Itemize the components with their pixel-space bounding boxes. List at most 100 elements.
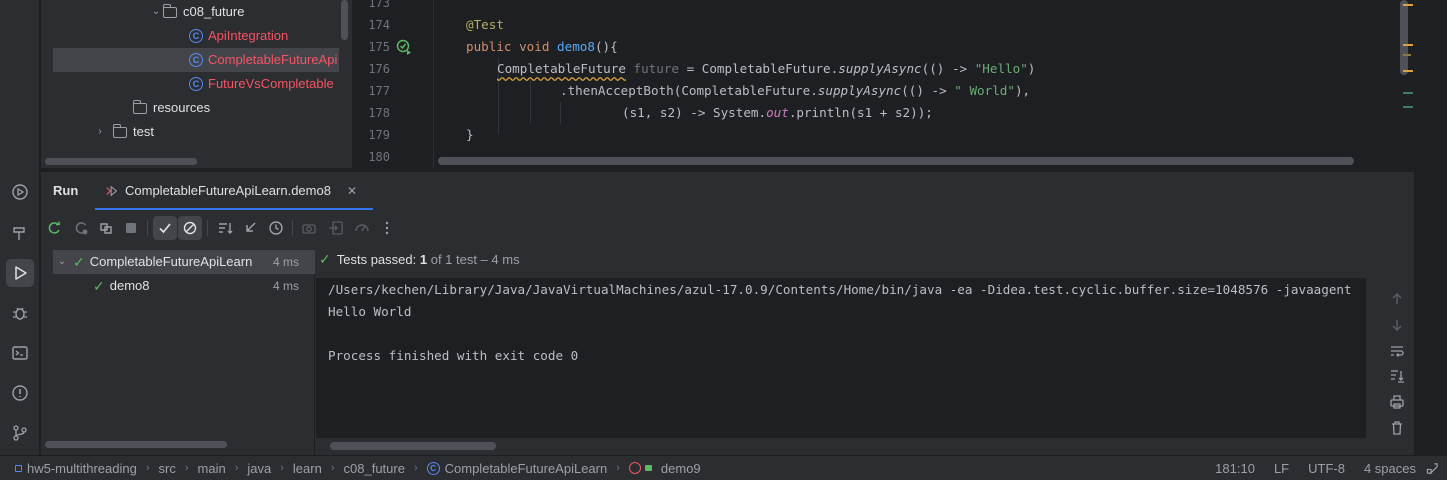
stop-icon[interactable] <box>119 216 143 240</box>
tree-folder-resources[interactable]: resources <box>132 96 210 120</box>
arrow-down-icon[interactable] <box>1384 314 1410 336</box>
active-tab-indicator <box>95 208 373 210</box>
run-panel-title: Run <box>53 183 79 198</box>
arrow-up-icon[interactable] <box>1384 288 1410 310</box>
chevron-down-icon[interactable]: ⌄ <box>55 250 69 274</box>
code-static-call: supplyAsync <box>817 83 902 98</box>
import-tests-icon[interactable] <box>324 216 348 240</box>
indent-setting[interactable]: 4 spaces <box>1364 461 1416 476</box>
services-icon[interactable] <box>6 178 34 206</box>
trash-icon[interactable] <box>1384 417 1410 439</box>
show-ignored-icon[interactable] <box>178 216 202 240</box>
warning-marker[interactable] <box>1403 70 1413 72</box>
run-test-gutter-icon[interactable] <box>396 39 412 55</box>
chevron-right-icon: › <box>330 462 335 474</box>
breadcrumb-item[interactable]: learn <box>293 461 322 476</box>
change-marker[interactable] <box>1403 106 1413 108</box>
problems-icon[interactable] <box>6 379 34 407</box>
build-hammer-icon[interactable] <box>6 219 34 247</box>
breadcrumb-item[interactable]: java <box>247 461 271 476</box>
more-options-icon[interactable] <box>375 216 399 240</box>
test-results-tree: ⌄ ✓ CompletableFutureApiLearn 4 ms ✓ dem… <box>41 249 315 455</box>
class-icon: C <box>189 77 203 91</box>
code-static-call: supplyAsync <box>838 61 922 76</box>
code-annotation: @Test <box>466 17 504 32</box>
breadcrumb-item[interactable]: src <box>159 461 176 476</box>
breadcrumb-item[interactable]: CompletableFutureApiLearn <box>445 461 608 476</box>
code-unused-variable: future <box>633 61 680 76</box>
scroll-to-end-icon[interactable] <box>1384 365 1410 387</box>
caret-position[interactable]: 181:10 <box>1215 461 1255 476</box>
console-vertical-scroll-track[interactable] <box>1366 278 1380 438</box>
lock-file-icon[interactable] <box>1426 462 1439 475</box>
git-branch-icon[interactable] <box>6 419 34 447</box>
tree-class-api-integration[interactable]: C ApiIntegration <box>189 24 288 48</box>
breadcrumb-item[interactable]: demo9 <box>661 461 701 476</box>
console-line: Process finished with exit code 0 <box>328 348 579 363</box>
tree-class-future-vs-completable[interactable]: C FutureVsCompletable <box>189 72 334 96</box>
test-suite-row[interactable]: ⌄ ✓ CompletableFutureApiLearn 4 ms <box>53 250 315 274</box>
test-suite-label: CompletableFutureApiLearn <box>89 254 253 269</box>
coverage-icon[interactable] <box>350 216 374 240</box>
chevron-down-icon[interactable]: ⌄ <box>149 0 163 24</box>
sort-icon[interactable] <box>213 216 237 240</box>
class-icon: C <box>189 53 203 67</box>
class-icon: C <box>426 461 440 475</box>
tree-vertical-scrollbar[interactable] <box>341 0 348 40</box>
code-text: (() -> <box>921 61 975 76</box>
breadcrumb-item[interactable]: main <box>198 461 226 476</box>
test-duration: 4 ms <box>272 255 299 269</box>
code-method-name: demo8 <box>557 39 595 54</box>
test-history-clock-icon[interactable] <box>264 216 288 240</box>
tree-class-completable-future-api[interactable]: C CompletableFutureApi <box>53 48 339 72</box>
code-text: (){ <box>594 39 618 54</box>
test-tree-scrollbar[interactable] <box>45 441 227 448</box>
tree-horizontal-scrollbar[interactable] <box>45 158 197 165</box>
toolbar-separator <box>292 220 293 236</box>
code-text: } <box>466 127 474 142</box>
show-passed-check-icon[interactable] <box>153 216 177 240</box>
file-encoding[interactable]: UTF-8 <box>1308 461 1345 476</box>
status-bar-right: 181:10 LF UTF-8 4 spaces <box>1215 456 1447 480</box>
camera-icon[interactable] <box>297 216 321 240</box>
change-marker[interactable] <box>1403 92 1413 94</box>
close-icon[interactable]: ✕ <box>347 184 357 198</box>
editor-vertical-scrollbar[interactable] <box>1400 0 1408 75</box>
chevron-right-icon: › <box>145 462 150 474</box>
tree-folder-c08-future[interactable]: ⌄ c08_future <box>149 0 244 24</box>
terminal-icon[interactable] <box>6 339 34 367</box>
toolbar-separator <box>207 220 208 236</box>
warning-marker[interactable] <box>1403 4 1413 6</box>
editor-horizontal-scrollbar[interactable] <box>438 157 1354 165</box>
passed-check-icon: ✓ <box>73 254 85 270</box>
project-tree: ⌄ c08_future C ApiIntegration C Completa… <box>41 0 352 168</box>
print-icon[interactable] <box>1384 391 1410 413</box>
test-case-label: demo8 <box>109 278 150 293</box>
code-warning-type: CompletableFuture <box>497 61 626 76</box>
rerun-failed-icon[interactable] <box>69 216 93 240</box>
passed-check-icon: ✓ <box>93 278 105 294</box>
activity-bar <box>0 0 40 455</box>
run-icon[interactable] <box>6 259 34 287</box>
console-output[interactable]: /Users/kechen/Library/Java/JavaVirtualMa… <box>316 278 1380 438</box>
breadcrumb-item[interactable]: hw5-multithreading <box>27 461 137 476</box>
warning-marker[interactable] <box>1403 44 1413 46</box>
code-editor[interactable]: 173 174 175 176 177 178 179 180 @Test pu… <box>352 0 1414 168</box>
rerun-icon[interactable] <box>42 216 66 240</box>
collapse-all-icon[interactable] <box>238 216 262 240</box>
console-horizontal-scrollbar[interactable] <box>330 442 496 450</box>
chevron-right-icon[interactable]: › <box>93 120 107 144</box>
code-text: (() -> <box>901 83 955 98</box>
run-tab[interactable]: CompletableFutureApiLearn.demo8 ✕ <box>105 183 357 198</box>
weak-warning-marker[interactable] <box>1403 54 1411 56</box>
soft-wrap-icon[interactable] <box>1384 340 1410 362</box>
tests-status: ✓ Tests passed: 1 of 1 test – 4 ms <box>319 249 520 269</box>
run-panel-header: Run CompletableFutureApiLearn.demo8 ✕ <box>41 172 1414 210</box>
line-ending[interactable]: LF <box>1274 461 1289 476</box>
breadcrumb-item[interactable]: c08_future <box>344 461 405 476</box>
test-case-row[interactable]: ✓ demo8 4 ms <box>53 274 315 298</box>
toggle-auto-test-icon[interactable] <box>94 216 118 240</box>
debug-bug-icon[interactable] <box>6 299 34 327</box>
tree-folder-test[interactable]: › test <box>93 120 154 144</box>
code-text: .thenAcceptBoth(CompletableFuture. <box>560 83 818 98</box>
